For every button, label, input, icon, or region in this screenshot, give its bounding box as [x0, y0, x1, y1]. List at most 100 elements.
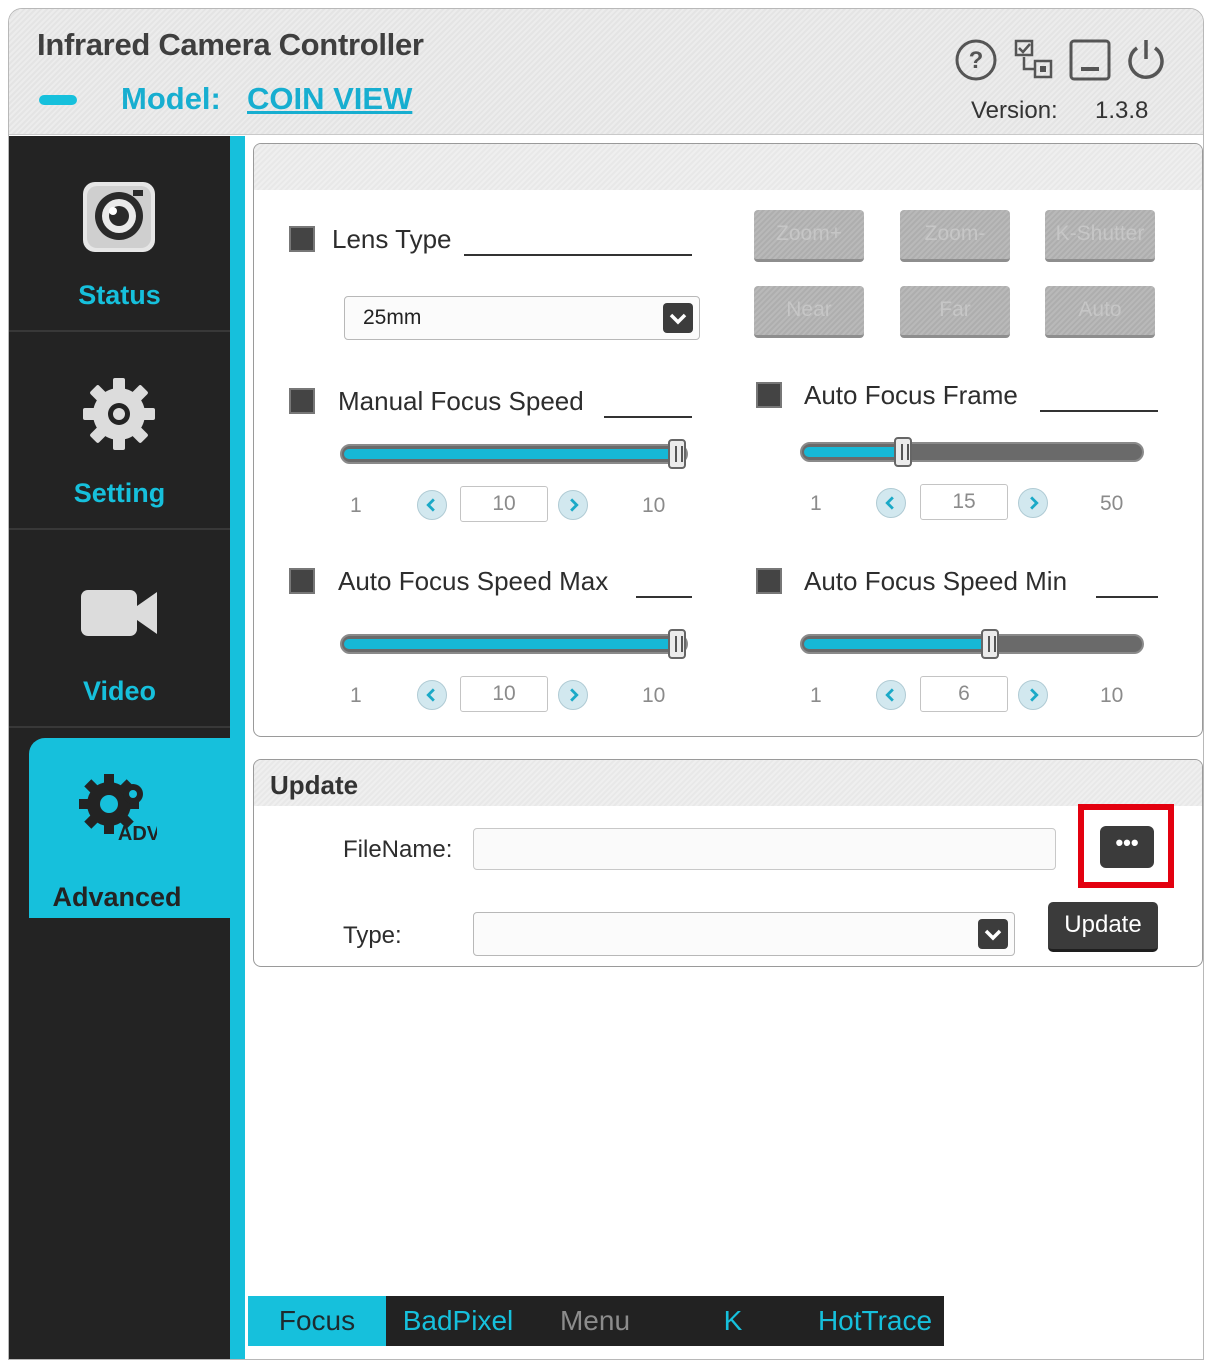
update-panel-header: Update — [254, 760, 1202, 806]
filename-label: FileName: — [343, 836, 453, 863]
gear-icon — [77, 372, 161, 456]
slider-fill — [804, 639, 990, 649]
slider-min: 1 — [350, 684, 362, 707]
auto-focus-frame-underline — [1040, 410, 1158, 412]
manual-focus-speed-slider[interactable] — [340, 439, 688, 469]
slider-fill — [804, 447, 903, 457]
slider-thumb[interactable] — [981, 629, 999, 659]
manual-focus-speed-underline — [604, 416, 692, 418]
tab-k[interactable]: K — [660, 1296, 806, 1346]
near-button[interactable]: Near — [754, 286, 864, 338]
slider-thumb[interactable] — [894, 437, 912, 467]
tab-badpixel[interactable]: BadPixel — [386, 1296, 530, 1346]
tab-menu[interactable]: Menu — [530, 1296, 660, 1346]
update-panel-title: Update — [270, 770, 359, 800]
manual-focus-speed-value[interactable]: 10 — [460, 486, 548, 522]
minimize-icon[interactable] — [1067, 37, 1113, 83]
auto-focus-speed-min-label: Auto Focus Speed Min — [804, 566, 1068, 596]
slider-max: 50 — [1100, 492, 1124, 515]
sidebar-accent-bar — [230, 136, 245, 1359]
decrement-icon[interactable] — [417, 490, 447, 520]
auto-focus-speed-min-underline — [1096, 596, 1158, 598]
slider-thumb[interactable] — [668, 439, 686, 469]
decrement-icon[interactable] — [876, 680, 906, 710]
manual-focus-speed-label: Manual Focus Speed — [338, 386, 584, 416]
model-label: Model: — [121, 81, 221, 116]
lens-type-checkbox[interactable] — [289, 226, 315, 252]
slider-fill — [344, 449, 677, 459]
app-window: Infrared Camera Controller Model: COIN V… — [8, 8, 1204, 1360]
manual-focus-speed-checkbox[interactable] — [289, 388, 315, 414]
auto-focus-speed-min-value[interactable]: 6 — [920, 676, 1008, 712]
sidebar-item-advanced[interactable]: ADV Advanced — [29, 738, 245, 918]
auto-focus-frame-label: Auto Focus Frame — [804, 380, 1018, 410]
adv-icon-text: ADV — [118, 823, 157, 845]
k-shutter-button[interactable]: K-Shutter — [1045, 210, 1155, 262]
focus-panel: Lens Type 25mm Zoom+ Zoom- K-Shutter Nea… — [253, 143, 1203, 737]
decrement-icon[interactable] — [876, 488, 906, 518]
increment-icon[interactable] — [1018, 488, 1048, 518]
type-label: Type: — [343, 922, 402, 949]
svg-text:?: ? — [969, 47, 984, 74]
auto-focus-speed-max-slider[interactable] — [340, 629, 688, 659]
focus-panel-header — [254, 144, 1202, 190]
sidebar: Status Setting Video ADV Advanced — [9, 136, 245, 1359]
auto-focus-speed-min-checkbox[interactable] — [756, 568, 782, 594]
tab-hottrace[interactable]: HotTrace — [806, 1296, 944, 1346]
zoom-out-button[interactable]: Zoom- — [900, 210, 1010, 262]
increment-icon[interactable] — [558, 680, 588, 710]
chevron-down-icon[interactable] — [978, 919, 1008, 949]
adv-gears-icon: ADV — [73, 768, 161, 852]
sidebar-item-label: Status — [78, 280, 161, 310]
auto-focus-frame-checkbox[interactable] — [756, 382, 782, 408]
sidebar-item-video[interactable]: Video — [9, 532, 230, 728]
video-camera-icon — [77, 570, 161, 654]
update-panel: Update FileName: ••• Type: Update — [253, 759, 1203, 967]
chevron-down-icon[interactable] — [663, 303, 693, 333]
slider-min: 1 — [810, 492, 822, 515]
sidebar-item-setting[interactable]: Setting — [9, 334, 230, 530]
version-label: Version: — [971, 97, 1058, 124]
auto-focus-speed-max-value[interactable]: 10 — [460, 676, 548, 712]
slider-min: 1 — [350, 494, 362, 517]
sidebar-item-label: Advanced — [52, 882, 182, 912]
increment-icon[interactable] — [558, 490, 588, 520]
model-indicator — [39, 95, 77, 105]
slider-max: 10 — [642, 684, 666, 707]
type-select[interactable] — [473, 912, 1015, 956]
sidebar-item-label: Setting — [73, 478, 166, 508]
lens-type-underline — [464, 254, 692, 256]
increment-icon[interactable] — [1018, 680, 1048, 710]
help-icon[interactable]: ? — [953, 37, 999, 83]
filename-input[interactable] — [473, 828, 1056, 870]
slider-fill — [344, 639, 677, 649]
title-bar: Infrared Camera Controller Model: COIN V… — [9, 9, 1203, 135]
decrement-icon[interactable] — [417, 680, 447, 710]
slider-thumb[interactable] — [668, 629, 686, 659]
slider-max: 10 — [1100, 684, 1124, 707]
lens-type-label: Lens Type — [332, 224, 452, 254]
auto-focus-speed-max-checkbox[interactable] — [289, 568, 315, 594]
checklist-icon[interactable] — [1011, 37, 1057, 83]
app-title: Infrared Camera Controller — [37, 27, 424, 62]
zoom-in-button[interactable]: Zoom+ — [754, 210, 864, 262]
browse-button[interactable]: ••• — [1100, 826, 1154, 868]
update-button[interactable]: Update — [1048, 902, 1158, 952]
version-value: 1.3.8 — [1095, 97, 1149, 124]
tab-focus[interactable]: Focus — [248, 1296, 386, 1346]
auto-focus-frame-slider[interactable] — [800, 437, 1144, 467]
camera-icon — [77, 174, 161, 258]
power-icon[interactable] — [1123, 37, 1169, 83]
far-button[interactable]: Far — [900, 286, 1010, 338]
auto-focus-speed-min-slider[interactable] — [800, 629, 1144, 659]
lens-type-value: 25mm — [363, 306, 422, 329]
tab-bar: Focus BadPixel Menu K HotTrace — [248, 1296, 944, 1346]
auto-button[interactable]: Auto — [1045, 286, 1155, 338]
auto-focus-speed-max-label: Auto Focus Speed Max — [338, 566, 609, 596]
sidebar-item-label: Video — [82, 676, 157, 706]
model-link[interactable]: COIN VIEW — [247, 81, 412, 117]
auto-focus-frame-value[interactable]: 15 — [920, 484, 1008, 520]
lens-type-select[interactable]: 25mm — [344, 296, 700, 340]
sidebar-item-status[interactable]: Status — [9, 136, 230, 332]
slider-min: 1 — [810, 684, 822, 707]
